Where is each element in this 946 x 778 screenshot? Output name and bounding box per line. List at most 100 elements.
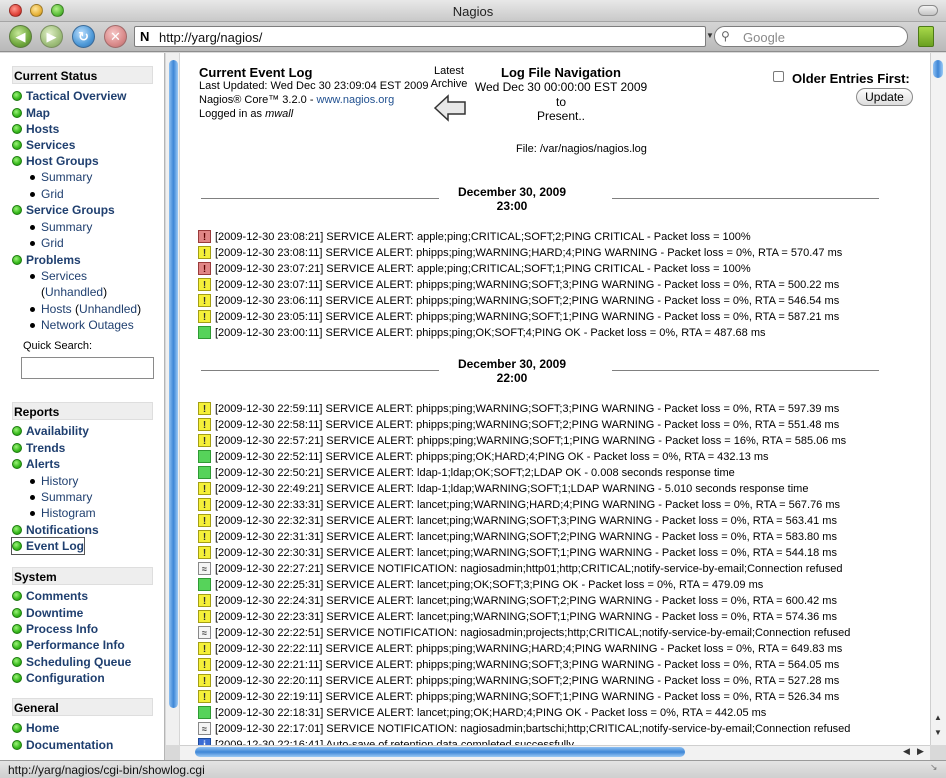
nav-alerts-histogram-link[interactable]: Histogram bbox=[41, 506, 96, 520]
older-entries-checkbox[interactable] bbox=[773, 71, 784, 82]
url-text[interactable]: http://yarg/nagios/ bbox=[159, 30, 262, 45]
nav-problem-services[interactable]: Services bbox=[30, 268, 87, 284]
scroll-down-icon[interactable]: ▼ bbox=[934, 728, 942, 737]
main-frame-scroll-thumb[interactable] bbox=[169, 60, 178, 708]
log-entry-text: [2009-12-30 22:21:11] SERVICE ALERT: phi… bbox=[215, 658, 840, 671]
nav-hg-grid-link[interactable]: Grid bbox=[41, 187, 64, 201]
nav-hg-summary[interactable]: Summary bbox=[30, 169, 92, 185]
nav-event-log-link[interactable]: Event Log bbox=[26, 539, 84, 553]
log-entry: ! [2009-12-30 22:57:21] SERVICE ALERT: ph… bbox=[198, 433, 846, 448]
toolbar-toggle-button[interactable] bbox=[918, 5, 938, 16]
nav-configuration[interactable]: Configuration bbox=[12, 670, 105, 686]
url-dropdown-icon[interactable]: ▼ bbox=[706, 31, 714, 40]
nav-hosts[interactable]: Hosts bbox=[12, 121, 59, 137]
forward-button[interactable]: ▶ bbox=[40, 25, 63, 48]
nav-map[interactable]: Map bbox=[12, 105, 50, 121]
warning-icon: ! bbox=[198, 418, 211, 431]
nav-alerts-link[interactable]: Alerts bbox=[26, 457, 60, 471]
nav-scheduling-queue-link[interactable]: Scheduling Queue bbox=[26, 655, 131, 669]
nav-downtime-link[interactable]: Downtime bbox=[26, 606, 83, 620]
nav-services-link[interactable]: Services bbox=[26, 138, 75, 152]
browser-status-bar: http://yarg/nagios/cgi-bin/showlog.cgi bbox=[0, 760, 946, 778]
nav-process-info[interactable]: Process Info bbox=[12, 621, 98, 637]
nagios-org-link[interactable]: www.nagios.org bbox=[317, 94, 395, 106]
nav-network-outages[interactable]: Network Outages bbox=[30, 317, 134, 333]
nav-map-link[interactable]: Map bbox=[26, 106, 50, 120]
quick-search-input[interactable] bbox=[21, 357, 154, 379]
page-vertical-scrollbar[interactable] bbox=[930, 53, 946, 745]
log-entry-text: [2009-12-30 23:08:11] SERVICE ALERT: phi… bbox=[215, 246, 843, 259]
stop-icon: ✕ bbox=[110, 28, 121, 44]
search-field[interactable]: ⚲ Google bbox=[714, 26, 908, 47]
nav-trends-link[interactable]: Trends bbox=[26, 441, 65, 455]
nav-performance-info[interactable]: Performance Info bbox=[12, 637, 125, 653]
nav-comments-link[interactable]: Comments bbox=[26, 589, 88, 603]
scroll-left-icon[interactable]: ◀ bbox=[903, 746, 910, 757]
bookmark-icon[interactable] bbox=[918, 26, 934, 47]
nav-sg-grid[interactable]: Grid bbox=[30, 235, 64, 251]
nav-availability[interactable]: Availability bbox=[12, 423, 89, 439]
nav-alerts-summary-link[interactable]: Summary bbox=[41, 490, 92, 504]
nav-problem-services-unhandled-link[interactable]: Unhandled bbox=[45, 285, 103, 299]
nav-alerts-summary[interactable]: Summary bbox=[30, 489, 92, 505]
nav-documentation-link[interactable]: Documentation bbox=[26, 738, 113, 752]
log-entry: [2009-12-30 23:00:11] SERVICE ALERT: phi… bbox=[198, 325, 766, 340]
nav-documentation[interactable]: Documentation bbox=[12, 737, 113, 753]
scroll-up-icon[interactable]: ▲ bbox=[934, 713, 942, 722]
nav-notifications-link[interactable]: Notifications bbox=[26, 523, 99, 537]
nav-alerts-history[interactable]: History bbox=[30, 473, 78, 489]
nav-home[interactable]: Home bbox=[12, 720, 59, 736]
warning-icon: ! bbox=[198, 246, 211, 259]
url-bar[interactable]: N http://yarg/nagios/ bbox=[134, 26, 706, 47]
status-dot-icon bbox=[12, 740, 22, 750]
update-button[interactable]: Update bbox=[856, 88, 913, 106]
resize-grip-icon[interactable]: ↘ bbox=[930, 762, 938, 773]
warning-icon: ! bbox=[198, 610, 211, 623]
nav-sg-summary-link[interactable]: Summary bbox=[41, 220, 92, 234]
nav-hosts-link[interactable]: Hosts bbox=[26, 122, 59, 136]
nav-scheduling-queue[interactable]: Scheduling Queue bbox=[12, 654, 131, 670]
status-dot-icon bbox=[12, 156, 22, 166]
nav-services[interactable]: Services bbox=[12, 137, 75, 153]
back-button[interactable]: ◀ bbox=[9, 25, 32, 48]
nav-downtime[interactable]: Downtime bbox=[12, 605, 83, 621]
nav-alerts-history-link[interactable]: History bbox=[41, 474, 78, 488]
nav-problems-link[interactable]: Problems bbox=[26, 253, 81, 267]
scroll-right-icon[interactable]: ▶ bbox=[917, 746, 924, 757]
nav-problem-services-link[interactable]: Services bbox=[41, 269, 87, 283]
nav-service-groups-link[interactable]: Service Groups bbox=[26, 203, 115, 217]
nav-to-text: to bbox=[555, 95, 566, 109]
nav-performance-info-link[interactable]: Performance Info bbox=[26, 638, 125, 652]
nav-problem-hosts-unhandled-link[interactable]: Unhandled bbox=[79, 302, 137, 316]
nav-trends[interactable]: Trends bbox=[12, 440, 65, 456]
nav-comments[interactable]: Comments bbox=[12, 588, 88, 604]
nav-problem-services-unhandled[interactable]: (Unhandled) bbox=[41, 284, 107, 300]
stop-button[interactable]: ✕ bbox=[104, 25, 127, 48]
nav-tactical-overview-link[interactable]: Tactical Overview bbox=[26, 89, 127, 103]
nav-hg-grid[interactable]: Grid bbox=[30, 186, 64, 202]
nav-notifications[interactable]: Notifications bbox=[12, 522, 99, 538]
nav-event-log[interactable]: Event Log bbox=[10, 537, 86, 555]
left-arrow-icon[interactable] bbox=[433, 94, 467, 122]
nav-problem-hosts[interactable]: Hosts (Unhandled) bbox=[30, 301, 141, 317]
nav-sg-grid-link[interactable]: Grid bbox=[41, 236, 64, 250]
nav-alerts[interactable]: Alerts bbox=[12, 456, 60, 472]
nav-host-groups-link[interactable]: Host Groups bbox=[26, 154, 99, 168]
nav-process-info-link[interactable]: Process Info bbox=[26, 622, 98, 636]
nav-hg-summary-link[interactable]: Summary bbox=[41, 170, 92, 184]
nav-sg-summary[interactable]: Summary bbox=[30, 219, 92, 235]
page-scroll-thumb[interactable] bbox=[933, 60, 943, 78]
horizontal-scroll-thumb[interactable] bbox=[195, 747, 685, 757]
nav-network-outages-link[interactable]: Network Outages bbox=[41, 318, 134, 332]
nav-problems[interactable]: Problems bbox=[12, 252, 81, 268]
nav-service-groups[interactable]: Service Groups bbox=[12, 202, 115, 218]
nav-home-link[interactable]: Home bbox=[26, 721, 59, 735]
log-entry-text: [2009-12-30 22:20:11] SERVICE ALERT: phi… bbox=[215, 674, 840, 687]
nav-availability-link[interactable]: Availability bbox=[26, 424, 89, 438]
nav-configuration-link[interactable]: Configuration bbox=[26, 671, 105, 685]
nav-problem-hosts-link[interactable]: Hosts bbox=[41, 302, 72, 316]
reload-button[interactable]: ↻ bbox=[72, 25, 95, 48]
nav-host-groups[interactable]: Host Groups bbox=[12, 153, 99, 169]
nav-tactical-overview[interactable]: Tactical Overview bbox=[12, 88, 127, 104]
nav-alerts-histogram[interactable]: Histogram bbox=[30, 505, 96, 521]
